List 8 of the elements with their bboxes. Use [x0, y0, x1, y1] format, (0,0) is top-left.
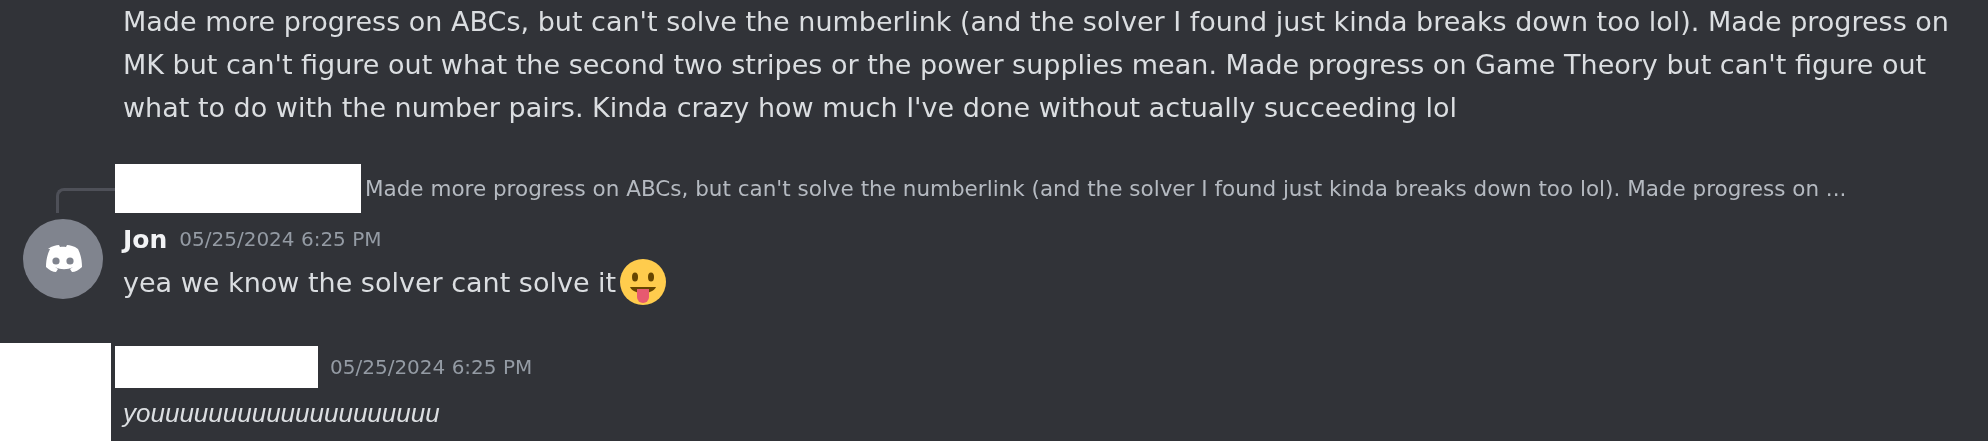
avatar-icon[interactable] — [23, 219, 103, 299]
message-text: youuuuuuuuuuuuuuuuuuuu — [120, 397, 441, 430]
timestamp: 05/25/2024 6:25 PM — [330, 355, 533, 379]
timestamp: 05/25/2024 6:25 PM — [179, 227, 382, 251]
message-text: Made more progress on ABCs, but can't solve the numberlink (and the solver I found just kinda breaks down too lol). Made progress on MK but can't figure out what the second two stripes or the power supplies mean. Made progress on Game Theory but can't figure out what to do with the number pairs. Kinda crazy how much I've done without actually succeeding lol — [123, 5, 1950, 125]
reply-preview[interactable]: Made more progress on ABCs, but can't solve the numberlink (and the solver I found just kinda breaks down too lol). Made progress on ... — [365, 175, 1847, 201]
author-name[interactable]: Jon — [123, 224, 168, 254]
message-text: yea we know the solver cant solve it — [123, 265, 617, 300]
